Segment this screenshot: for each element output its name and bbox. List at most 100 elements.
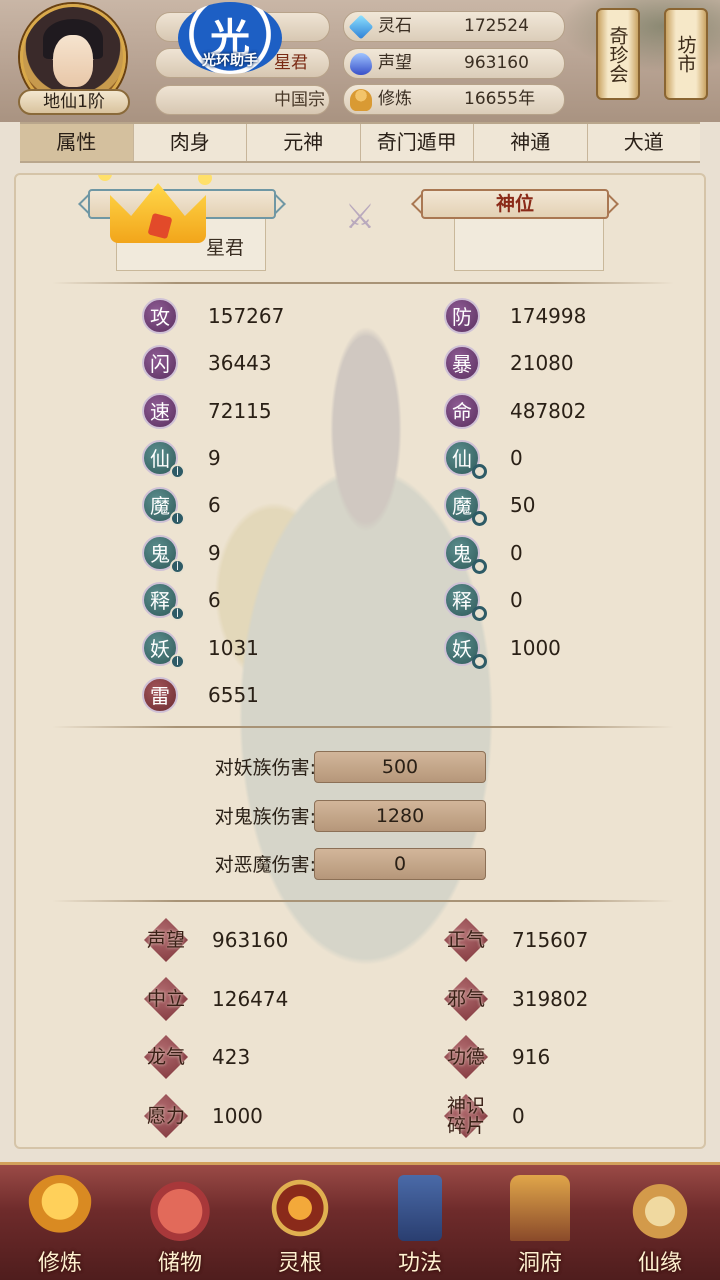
tab-divine-power[interactable]: 神通 [474,124,588,161]
nav-label: 修炼 [37,1251,82,1276]
damage-label: 对恶魔伤害: [214,854,316,876]
treasure-auction-button[interactable]: 奇珍会 [596,8,640,100]
resource-label: 声望 [378,53,412,73]
stat-value: 0 [510,588,523,612]
bottom-nav: 修炼 储物 灵根 功法 洞府 仙缘 [0,1162,720,1280]
resource-value: 16655年 [464,89,536,109]
defense-marker-icon [472,606,487,621]
nav-label: 仙缘 [637,1251,682,1276]
reputation-soul-fragments: 神识碎片 0 [444,1094,704,1138]
nav-cave-abode[interactable]: 洞府 [480,1165,600,1280]
nav-techniques[interactable]: 功法 [360,1165,480,1280]
attack-marker-icon: ǀ [170,511,185,526]
nav-storage[interactable]: 储物 [120,1165,240,1280]
defense-marker-icon [472,559,487,574]
reputation-label: 功德 [446,1046,485,1068]
reputation-label: 正气 [446,929,485,951]
resource-label: 灵石 [378,16,412,36]
stat-attack: 攻 157267 [142,298,442,334]
resource-value: 963160 [464,53,529,73]
damage-value: 0 [314,848,486,880]
stat-value: 157267 [208,304,285,328]
nav-label: 功法 [397,1251,442,1276]
stat-thunder: 雷 6551 [142,677,442,713]
stat-demon-attack: 魔 ǀ 6 [142,487,442,526]
stat-value: 9 [208,541,221,565]
nav-fate[interactable]: 仙缘 [600,1165,720,1280]
gourd-icon [627,1175,693,1241]
reputation-value: 319802 [512,987,589,1011]
stat-value: 0 [510,541,523,565]
reputation-value: 126474 [212,987,289,1011]
reputation-wish-power: 愿力 1000 [144,1094,444,1138]
stat-badge: 攻 [142,298,178,334]
stat-value: 6551 [208,683,259,707]
stat-buddha-defense: 释 0 [444,582,704,621]
divine-position-slot[interactable] [454,219,604,271]
stat-badge: 暴 [444,345,480,381]
reputation-righteous: 正气 715607 [444,918,704,962]
tab-great-dao[interactable]: 大道 [588,124,701,161]
resource-label: 修炼 [378,89,412,109]
crossed-swords-icon: ⚔ [344,197,376,237]
watermark-logo: 光 光环助手 [178,2,282,74]
stat-value: 1031 [208,636,259,660]
nav-label: 储物 [157,1251,202,1276]
stat-defense: 防 174998 [444,298,704,334]
fame-icon [350,53,372,75]
stat-health: 命 487802 [444,393,704,429]
stat-badge: 命 [444,393,480,429]
reputation-label: 神识碎片 [446,1095,485,1137]
tab-attributes[interactable]: 属性 [20,124,134,161]
damage-vs-demon-row: 对恶魔伤害: 0 [166,848,506,882]
tab-body[interactable]: 肉身 [134,124,247,161]
resource-cultivation[interactable]: 修炼 16655年 [343,84,565,115]
reputation-value: 916 [512,1045,551,1069]
market-button[interactable]: 坊市 [664,8,708,100]
divine-position-ribbon[interactable]: 神位 [421,189,609,219]
stat-immortal-attack: 仙 ǀ 9 [142,440,442,479]
damage-vs-monster-row: 对妖族伤害: 500 [166,751,506,785]
meditating-figure-icon [27,1175,93,1241]
cultivation-icon [350,89,372,111]
tab-spirit[interactable]: 元神 [247,124,361,161]
damage-vs-ghost-row: 对鬼族伤害: 1280 [166,800,506,834]
reputation-value: 963160 [212,928,289,952]
stat-ghost-attack: 鬼 ǀ 9 [142,535,442,574]
rank-badge: 地仙1阶 [18,89,130,115]
book-icon [398,1175,442,1241]
stat-monster-defense: 妖 1000 [444,630,704,669]
top-bar: 地仙1阶 星君 中国宗 光 光环助手 灵石 172524 声望 963160 修… [0,0,720,122]
stat-value: 487802 [510,399,587,423]
nav-spirit-root[interactable]: 灵根 [240,1165,360,1280]
stat-value: 50 [510,493,536,517]
nav-cultivate[interactable]: 修炼 [0,1165,120,1280]
spirit-root-icon [267,1175,333,1241]
stat-monster-attack: 妖 ǀ 1031 [142,630,442,669]
spirit-stone-icon [348,14,374,40]
avatar-face [53,35,93,87]
reputation-value: 0 [512,1104,525,1128]
defense-marker-icon [472,511,487,526]
divider [52,282,674,284]
stat-value: 36443 [208,351,272,375]
reputation-merit: 功德 916 [444,1035,704,1079]
stat-badge: 速 [142,393,178,429]
attack-marker-icon: ǀ [170,559,185,574]
resource-spirit-stone[interactable]: 灵石 172524 [343,11,565,42]
reputation-label: 邪气 [446,988,485,1010]
nav-label: 洞府 [517,1251,562,1276]
damage-label: 对妖族伤害: [214,757,316,779]
attack-marker-icon: ǀ [170,606,185,621]
stat-badge: 雷 [142,677,178,713]
stat-value: 21080 [510,351,574,375]
stat-value: 6 [208,588,221,612]
stat-value: 1000 [510,636,561,660]
tab-qimen[interactable]: 奇门遁甲 [361,124,474,161]
resource-fame[interactable]: 声望 963160 [343,48,565,79]
stat-badge: 防 [444,298,480,334]
stat-ghost-defense: 鬼 0 [444,535,704,574]
stat-value: 6 [208,493,221,517]
tab-bar: 属性 肉身 元神 奇门遁甲 神通 大道 [20,122,700,163]
defense-marker-icon [472,654,487,669]
